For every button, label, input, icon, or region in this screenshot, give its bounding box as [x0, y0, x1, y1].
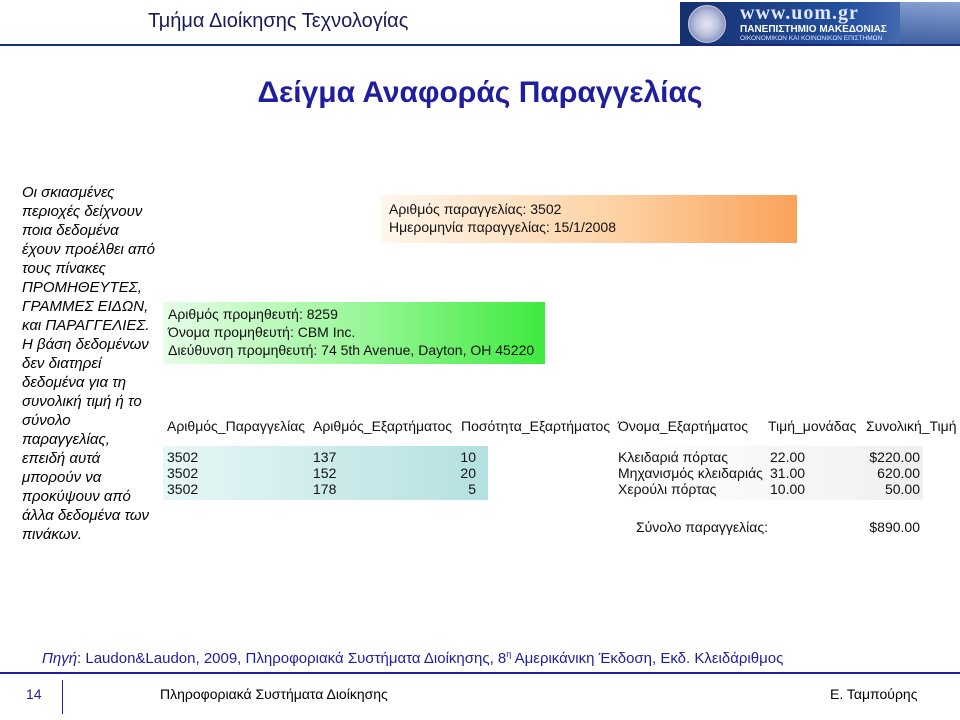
- source-citation: Πηγή: Laudon&Laudon, 2009, Πληροφοριακά …: [42, 649, 783, 667]
- page-number: 14: [26, 686, 42, 702]
- column-header-part-quantity: Ποσότητα_Εξαρτήματος: [461, 418, 611, 434]
- row-2-total-price: 620.00: [877, 465, 920, 481]
- row-3-part-name: Χερούλι πόρτας: [618, 481, 717, 497]
- vendor-address-line: Διεύθυνση προμηθευτή: 74 5th Avenue, Day…: [168, 342, 535, 358]
- column-header-part-name: Όνομα_Εξαρτήματος: [618, 418, 749, 434]
- logo-url-text: www.uom.gr: [740, 2, 859, 24]
- row-3-unit-price: 10.00: [770, 481, 806, 497]
- row-2-part-number: 152: [313, 465, 337, 481]
- header-divider: [0, 44, 960, 46]
- vendor-name-line: Όνομα προμηθευτή: CBM Inc.: [168, 324, 356, 340]
- source-text-main: : Laudon&Laudon, 2009, Πληροφοριακά Συστ…: [77, 650, 507, 667]
- row-2-quantity: 20: [460, 465, 476, 481]
- order-total-label: Σύνολο παραγγελίας:: [636, 519, 768, 535]
- header-title: Τμήμα Διοίκησης Τεχνολογίας: [148, 10, 409, 32]
- footer-author: Ε. Ταμπούρης: [830, 686, 918, 702]
- university-seal-icon: [688, 5, 726, 43]
- source-text-end: Αμερικάνικη Έκδοση, Εκδ. Κλειδάριθμος: [511, 650, 784, 667]
- column-header-order-number: Αριθμός_Παραγγελίας: [167, 418, 306, 434]
- row-1-unit-price: 22.00: [770, 449, 806, 465]
- row-1-total-price: $220.00: [869, 449, 920, 465]
- row-1-part-number: 137: [313, 449, 337, 465]
- university-logo: www.uom.gr ΠΑΝΕΠΙΣΤΗΜΙΟ ΜΑΚΕΔΟΝΙΑΣ ΟΙΚΟΝ…: [680, 2, 960, 46]
- source-label: Πηγή: [42, 650, 78, 667]
- slide-title: Δείγμα Αναφοράς Παραγγελίας: [257, 76, 703, 109]
- order-date-line: Ημερομηνία παραγγελίας: 15/1/2008: [389, 219, 616, 235]
- column-header-part-number: Αριθμός_Εξαρτήματος: [313, 418, 453, 434]
- explanatory-note: Οι σκιασμένες περιοχές δείχνουν ποια δεδ…: [22, 184, 155, 543]
- row-1-part-name: Κλειδαριά πόρτας: [618, 449, 729, 465]
- footer-divider: [0, 672, 960, 674]
- building-image: [900, 2, 960, 46]
- footer-vertical-divider: [62, 680, 63, 714]
- logo-university-subtitle: ΟΙΚΟΝΟΜΙΚΩΝ ΚΑΙ ΚΟΙΝΩΝΙΚΩΝ ΕΠΙΣΤΗΜΩΝ: [740, 35, 883, 42]
- row-2-part-name: Μηχανισμός κλειδαριάς: [618, 465, 763, 481]
- vendor-number-line: Αριθμός προμηθευτή: 8259: [168, 306, 338, 322]
- order-number-line: Αριθμός παραγγελίας: 3502: [389, 201, 562, 217]
- row-2-order-number: 3502: [167, 465, 199, 481]
- row-1-quantity: 10: [460, 449, 476, 465]
- column-header-extended-price: Συνολική_Τιμή: [866, 418, 957, 434]
- row-3-quantity: 5: [468, 481, 476, 497]
- row-3-part-number: 178: [313, 481, 337, 497]
- order-total-value: $890.00: [869, 519, 920, 535]
- footer-course-title: Πληροφοριακά Συστήματα Διοίκησης: [160, 686, 388, 702]
- row-3-total-price: 50.00: [884, 481, 920, 497]
- column-header-unit-price: Τιμή_μονάδας: [768, 418, 857, 434]
- row-1-order-number: 3502: [167, 449, 199, 465]
- row-3-order-number: 3502: [167, 481, 199, 497]
- logo-university-name: ΠΑΝΕΠΙΣΤΗΜΙΟ ΜΑΚΕΔΟΝΙΑΣ: [740, 24, 887, 35]
- row-2-unit-price: 31.00: [770, 465, 806, 481]
